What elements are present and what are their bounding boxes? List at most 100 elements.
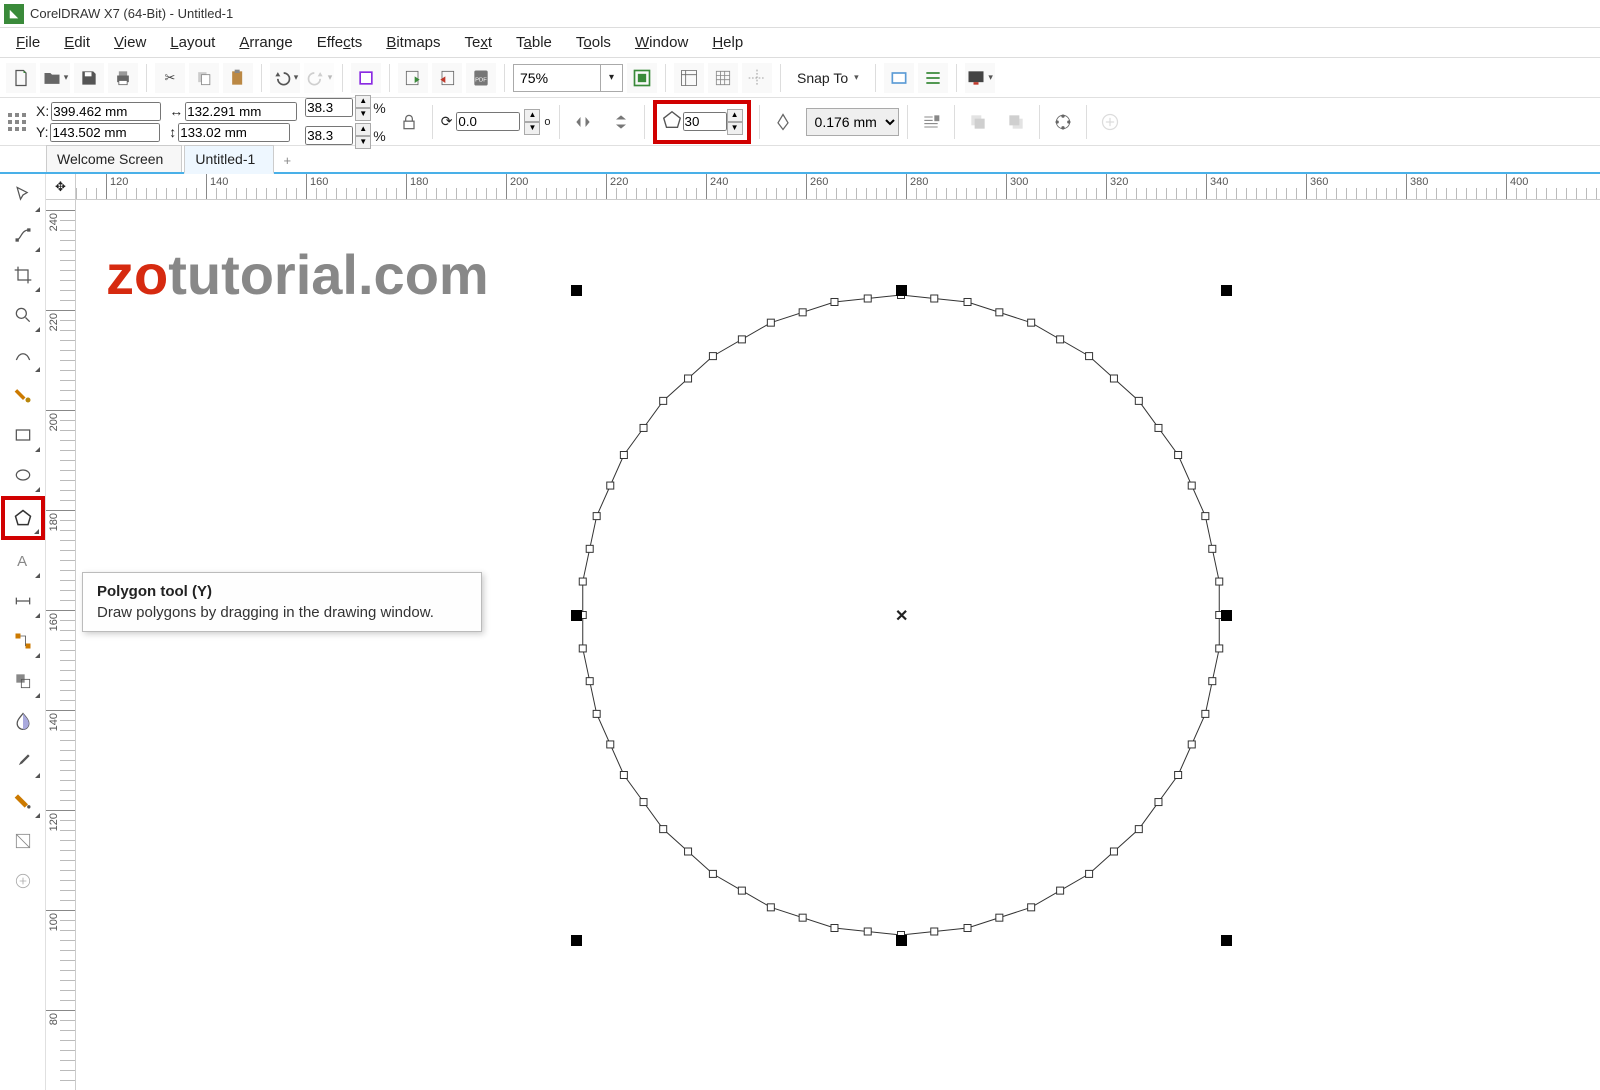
- paste-button[interactable]: [223, 63, 253, 93]
- zoom-dropdown[interactable]: ▾: [601, 64, 623, 92]
- x-position-input[interactable]: [51, 102, 161, 121]
- menu-text[interactable]: Text: [455, 30, 503, 55]
- angle-up[interactable]: ▲: [524, 109, 540, 122]
- undo-button[interactable]: ▾: [270, 63, 300, 93]
- scale-x-up[interactable]: ▲: [355, 95, 371, 108]
- polygon-tool[interactable]: [1, 496, 45, 540]
- angle-down[interactable]: ▼: [524, 122, 540, 135]
- selection-handle-n[interactable]: [896, 285, 907, 296]
- wrap-text-button[interactable]: [916, 107, 946, 137]
- selection-handle-nw[interactable]: [571, 285, 582, 296]
- separator: [389, 64, 390, 92]
- shape-tool[interactable]: [4, 216, 42, 254]
- ruler-horizontal[interactable]: 1001201401601802002202402602803003203403…: [76, 174, 1600, 200]
- selection-handle-e[interactable]: [1221, 610, 1232, 621]
- scale-x-down[interactable]: ▼: [355, 108, 371, 121]
- smart-fill-tool[interactable]: [4, 822, 42, 860]
- welcome-screen-button[interactable]: ▾: [965, 63, 995, 93]
- ruler-origin[interactable]: ✥: [46, 174, 76, 200]
- snap-to-menu[interactable]: Snap To ▾: [789, 66, 867, 90]
- to-front-button[interactable]: [963, 107, 993, 137]
- mirror-vertical-button[interactable]: [606, 107, 636, 137]
- selection-handle-sw[interactable]: [571, 935, 582, 946]
- scale-x-input[interactable]: [305, 98, 353, 117]
- cut-button[interactable]: ✂: [155, 63, 185, 93]
- show-grid-button[interactable]: [708, 63, 738, 93]
- open-button[interactable]: ▾: [40, 63, 70, 93]
- quick-customize-tool[interactable]: [4, 862, 42, 900]
- to-back-button[interactable]: [1001, 107, 1031, 137]
- show-guidelines-button[interactable]: [742, 63, 772, 93]
- outline-width-select[interactable]: 0.176 mm: [806, 108, 899, 136]
- tab-untitled[interactable]: Untitled-1: [184, 145, 274, 174]
- transparency-tool[interactable]: [4, 702, 42, 740]
- quick-customize-button[interactable]: [1095, 107, 1125, 137]
- artistic-media-tool[interactable]: [4, 376, 42, 414]
- redo-button[interactable]: ▾: [304, 63, 334, 93]
- menu-effects[interactable]: Effects: [307, 30, 373, 55]
- app-launcher-button[interactable]: [918, 63, 948, 93]
- polygon-icon: [661, 109, 683, 134]
- options-button[interactable]: [884, 63, 914, 93]
- menu-edit[interactable]: Edit: [54, 30, 100, 55]
- drawing-canvas[interactable]: zotutorial.com ✕ Polygon tool (Y) Draw p…: [76, 200, 1600, 1090]
- scale-y-down[interactable]: ▼: [355, 136, 371, 149]
- export-button[interactable]: [432, 63, 462, 93]
- rectangle-tool[interactable]: [4, 416, 42, 454]
- show-rulers-button[interactable]: [674, 63, 704, 93]
- crop-tool[interactable]: [4, 256, 42, 294]
- save-button[interactable]: [74, 63, 104, 93]
- menu-file[interactable]: File: [6, 30, 50, 55]
- ellipse-tool[interactable]: [4, 456, 42, 494]
- polygon-sides-down[interactable]: ▼: [727, 122, 743, 135]
- selection-center[interactable]: ✕: [895, 606, 908, 626]
- mirror-horizontal-button[interactable]: [568, 107, 598, 137]
- freehand-tool[interactable]: [4, 336, 42, 374]
- menu-window[interactable]: Window: [625, 30, 698, 55]
- dimension-tool[interactable]: [4, 582, 42, 620]
- separator: [956, 64, 957, 92]
- search-content-button[interactable]: [351, 63, 381, 93]
- fullscreen-preview-button[interactable]: [627, 63, 657, 93]
- add-tab-button[interactable]: +: [276, 149, 298, 172]
- rotation-input[interactable]: [456, 112, 520, 131]
- menu-layout[interactable]: Layout: [160, 30, 225, 55]
- zoom-tool[interactable]: [4, 296, 42, 334]
- effects-tool[interactable]: [4, 662, 42, 700]
- import-button[interactable]: [398, 63, 428, 93]
- pick-tool[interactable]: [4, 176, 42, 214]
- new-button[interactable]: [6, 63, 36, 93]
- interactive-fill-tool[interactable]: [4, 782, 42, 820]
- menu-view[interactable]: View: [104, 30, 156, 55]
- y-position-input[interactable]: [50, 123, 160, 142]
- height-input[interactable]: [178, 123, 290, 142]
- print-button[interactable]: [108, 63, 138, 93]
- lock-ratio-button[interactable]: [394, 107, 424, 137]
- separator: [504, 64, 505, 92]
- eyedropper-tool[interactable]: [4, 742, 42, 780]
- selection-handle-ne[interactable]: [1221, 285, 1232, 296]
- selection-handle-w[interactable]: [571, 610, 582, 621]
- width-input[interactable]: [185, 102, 297, 121]
- convert-to-curves-button[interactable]: [1048, 107, 1078, 137]
- ruler-vertical[interactable]: 2402202001801601401201008060: [46, 200, 76, 1090]
- menu-tools[interactable]: Tools: [566, 30, 621, 55]
- object-origin[interactable]: [6, 111, 28, 133]
- zoom-input[interactable]: [513, 64, 601, 92]
- text-tool[interactable]: A: [4, 542, 42, 580]
- zoom-level[interactable]: ▾: [513, 64, 623, 92]
- menu-arrange[interactable]: Arrange: [229, 30, 302, 55]
- scale-y-up[interactable]: ▲: [355, 123, 371, 136]
- menu-help[interactable]: Help: [702, 30, 753, 55]
- polygon-sides-up[interactable]: ▲: [727, 109, 743, 122]
- tab-welcome[interactable]: Welcome Screen: [46, 145, 182, 172]
- polygon-sides-input[interactable]: [683, 112, 727, 131]
- selection-handle-se[interactable]: [1221, 935, 1232, 946]
- menu-table[interactable]: Table: [506, 30, 562, 55]
- scale-y-input[interactable]: [305, 126, 353, 145]
- publish-pdf-button[interactable]: PDF: [466, 63, 496, 93]
- connector-tool[interactable]: [4, 622, 42, 660]
- menu-bitmaps[interactable]: Bitmaps: [376, 30, 450, 55]
- selection-handle-s[interactable]: [896, 935, 907, 946]
- copy-button[interactable]: [189, 63, 219, 93]
